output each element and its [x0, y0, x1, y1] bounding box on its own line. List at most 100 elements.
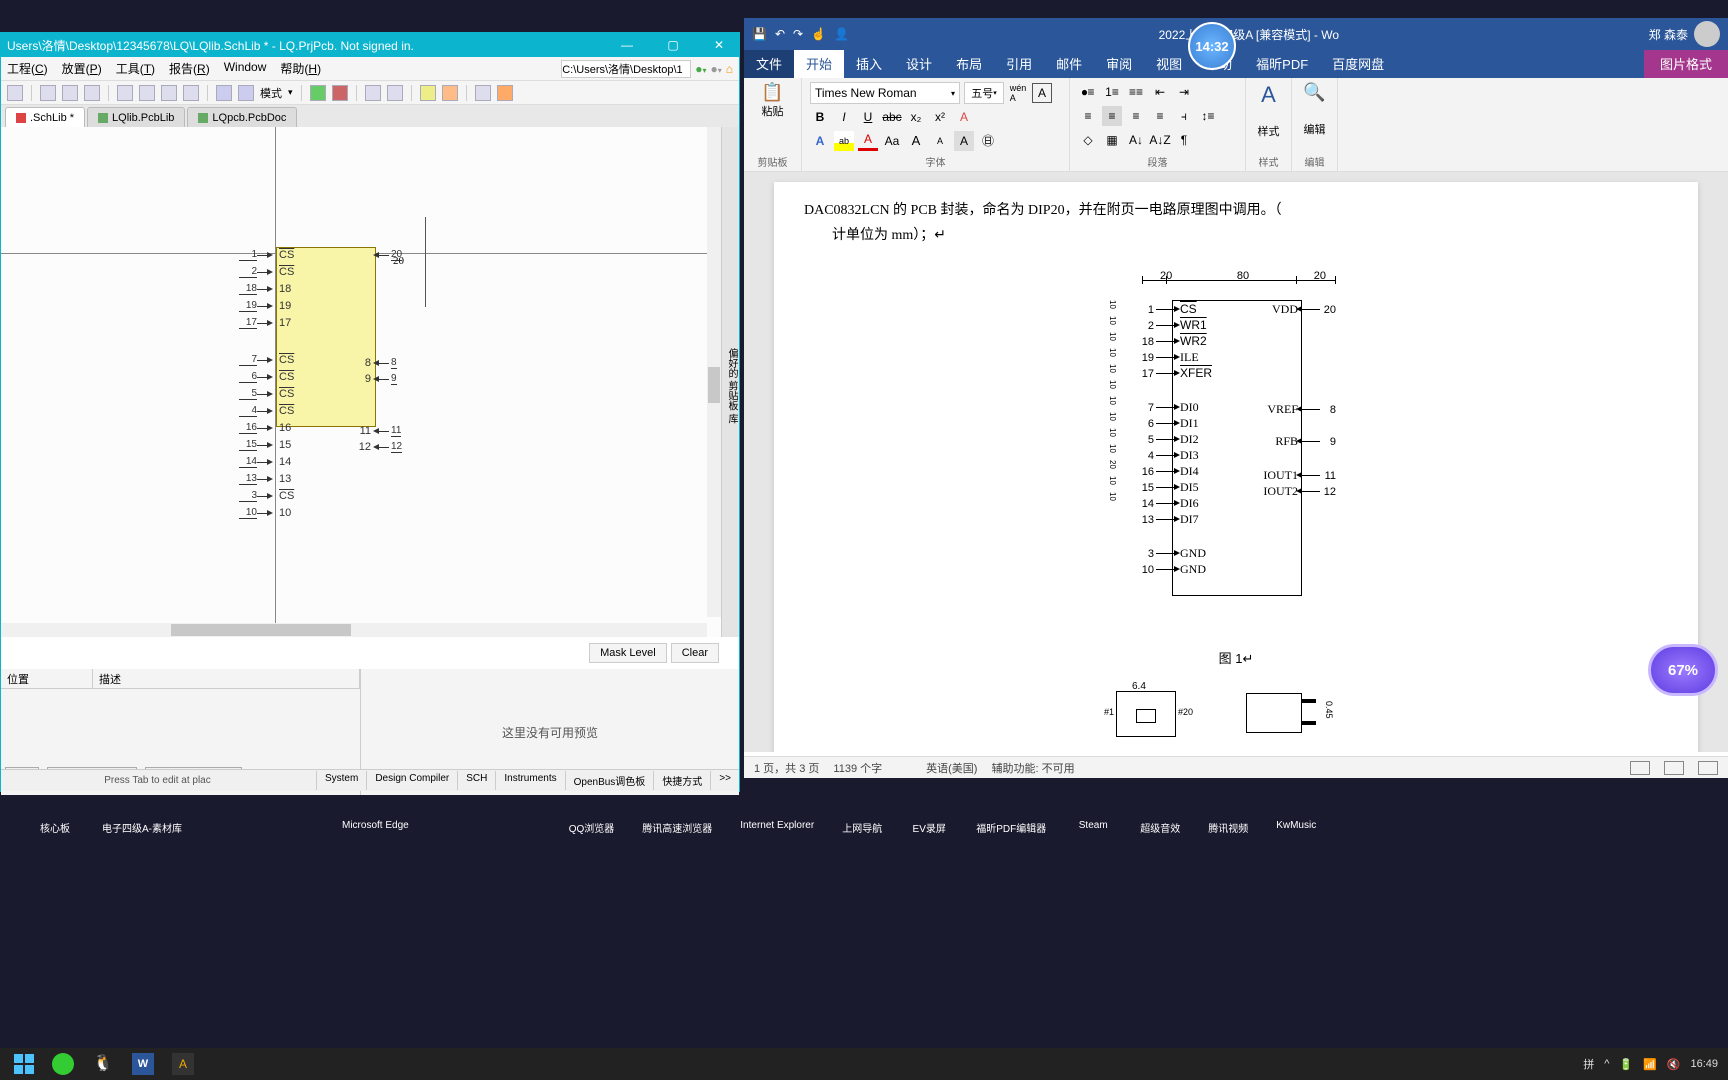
status-cell[interactable]: OpenBus调色板 — [565, 771, 654, 790]
ribbon-tab[interactable]: 福昕PDF — [1244, 50, 1320, 78]
char-border-icon[interactable]: A — [1032, 83, 1052, 103]
taskbar[interactable]: 🐧 W A 拼 ^ 🔋 📶 🔇 16:49 — [0, 1048, 1728, 1080]
char-shading-icon[interactable]: A — [954, 131, 974, 151]
shrink-font-icon[interactable]: A — [930, 131, 950, 151]
font-size-combo[interactable]: 五号▾ — [964, 82, 1004, 104]
cut-icon[interactable] — [40, 85, 56, 101]
task-icon[interactable]: 🐧 — [92, 1053, 114, 1075]
desktop-shortcut[interactable]: 腾讯高速浏览器 — [642, 796, 712, 836]
bullets-icon[interactable]: ⦁≡ — [1078, 82, 1098, 102]
home-icon[interactable]: ⌂ — [726, 62, 733, 76]
distribute-icon[interactable]: ⫞ — [1174, 106, 1194, 126]
titlebar[interactable]: Users\洛情\Desktop\12345678\LQ\LQlib.SchLi… — [1, 33, 739, 57]
copy-icon[interactable] — [62, 85, 78, 101]
desktop-shortcut[interactable] — [210, 796, 248, 836]
side-tabs[interactable]: 偏好的 剪贴板 库 — [721, 127, 739, 637]
ribbon-tab[interactable]: 布局 — [944, 50, 994, 78]
status-cell[interactable]: SCH — [457, 771, 495, 790]
vertical-scrollbar[interactable] — [707, 127, 721, 617]
move-icon[interactable] — [139, 85, 155, 101]
read-mode-icon[interactable] — [1630, 761, 1650, 775]
maximize-button[interactable]: ▢ — [659, 35, 687, 55]
numbering-icon[interactable]: 1≡ — [1102, 82, 1122, 102]
bold-button[interactable]: B — [810, 107, 830, 127]
ribbon-tab[interactable]: 视图 — [1144, 50, 1194, 78]
line-icon[interactable] — [420, 85, 436, 101]
clear-format-icon[interactable]: A — [954, 107, 974, 127]
editing-button[interactable]: 编辑 — [1304, 121, 1326, 137]
show-marks-icon[interactable]: ¶ — [1174, 130, 1194, 150]
align-left-icon[interactable]: ≡ — [1078, 106, 1098, 126]
desktop-shortcut[interactable]: Steam — [1074, 796, 1112, 836]
col-description[interactable]: 描述 — [93, 669, 360, 688]
lang-indicator[interactable]: 英语(美国) — [926, 760, 977, 776]
mode-dropdown[interactable]: 模式 — [260, 85, 282, 101]
task-word-icon[interactable]: W — [132, 1053, 154, 1075]
word-document[interactable]: DAC0832LCN 的 PCB 封装，命名为 DIP20，并在附页一电路原理图… — [744, 172, 1728, 752]
page-indicator[interactable]: 1 页，共 3 页 — [754, 760, 819, 776]
task-icon[interactable]: A — [172, 1053, 194, 1075]
document-tab[interactable]: LQlib.PcbLib — [87, 107, 185, 127]
volume-icon[interactable]: 🔇 — [1667, 1058, 1681, 1071]
save-icon[interactable]: 💾 — [752, 27, 767, 41]
desktop-shortcut[interactable]: 电子四级A-素材库 — [102, 796, 182, 836]
status-cell[interactable]: System — [316, 771, 366, 790]
nav-fwd-icon[interactable]: ●▾ — [710, 62, 721, 76]
styles-button[interactable]: 样式 — [1258, 123, 1280, 139]
remove-icon[interactable] — [332, 85, 348, 101]
arrow-icon[interactable] — [365, 85, 381, 101]
borders-icon[interactable]: ▦ — [1102, 130, 1122, 150]
a11y-indicator[interactable]: 辅助功能: 不可用 — [991, 760, 1074, 776]
menu-item[interactable]: 帮助(H) — [280, 60, 321, 77]
touch-icon[interactable]: ☝ — [811, 27, 826, 41]
print-layout-icon[interactable] — [1664, 761, 1684, 775]
ime-indicator[interactable]: 拼 — [1583, 1056, 1594, 1072]
ribbon-tab[interactable]: 插入 — [844, 50, 894, 78]
status-cell[interactable]: Instruments — [495, 771, 564, 790]
justify-icon[interactable]: ≡ — [1150, 106, 1170, 126]
status-cell[interactable]: 快捷方式 — [653, 771, 710, 790]
desktop-shortcut[interactable] — [503, 796, 541, 836]
font-name-combo[interactable]: Times New Roman▾ — [810, 82, 960, 104]
grid-icon[interactable] — [475, 85, 491, 101]
shading-icon[interactable]: ◇ — [1078, 130, 1098, 150]
redo-icon[interactable] — [238, 85, 254, 101]
align-center-icon[interactable]: ≡ — [1102, 106, 1122, 126]
styles-icon[interactable]: A — [1261, 82, 1276, 108]
desktop-shortcut[interactable]: 上网导航 — [842, 796, 882, 836]
desktop-shortcut[interactable]: 腾讯视频 — [1208, 796, 1248, 836]
zoom-icon[interactable] — [7, 85, 23, 101]
mask-level-button[interactable]: Mask Level — [589, 643, 667, 663]
arrow-icon[interactable] — [387, 85, 403, 101]
enclose-char-icon[interactable]: ㊐ — [978, 131, 998, 151]
battery-icon[interactable]: 🔋 — [1619, 1058, 1633, 1071]
italic-button[interactable]: I — [834, 107, 854, 127]
nav-back-icon[interactable]: ●▾ — [695, 62, 706, 76]
network-icon[interactable]: 📶 — [1643, 1058, 1657, 1071]
desktop-shortcut[interactable]: Microsoft Edge — [342, 796, 409, 836]
find-icon[interactable]: 🔍 — [1303, 82, 1325, 103]
avatar[interactable] — [1694, 21, 1720, 47]
system-tray[interactable]: 拼 ^ 🔋 📶 🔇 16:49 — [1583, 1048, 1718, 1080]
task-icon[interactable] — [52, 1053, 74, 1075]
ribbon-tab[interactable]: 百度网盘 — [1320, 50, 1396, 78]
menu-item[interactable]: 工程(C) — [7, 60, 48, 77]
desktop-shortcut[interactable]: EV录屏 — [910, 796, 948, 836]
status-cell[interactable]: >> — [710, 771, 739, 790]
text-effect-icon[interactable]: A — [810, 131, 830, 151]
ribbon-tab[interactable]: 开始 — [794, 50, 844, 78]
underline-button[interactable]: U — [858, 107, 878, 127]
pinyin-icon[interactable]: wénA — [1008, 83, 1028, 103]
menu-item[interactable]: 工具(T) — [116, 60, 155, 77]
desktop-shortcut[interactable]: 福昕PDF编辑器 — [976, 796, 1046, 836]
horizontal-scrollbar[interactable] — [1, 623, 707, 637]
document-tab[interactable]: LQpcb.PcbDoc — [187, 107, 297, 127]
clock-widget[interactable]: 14:32 — [1188, 22, 1236, 70]
desktop-shortcut[interactable] — [276, 796, 314, 836]
web-layout-icon[interactable] — [1698, 761, 1718, 775]
inc-indent-icon[interactable]: ⇥ — [1174, 82, 1194, 102]
close-button[interactable]: ✕ — [705, 35, 733, 55]
desktop-shortcut[interactable]: Internet Explorer — [740, 796, 814, 836]
clock[interactable]: 16:49 — [1690, 1058, 1718, 1070]
text-direction-icon[interactable]: A↓ — [1126, 130, 1146, 150]
